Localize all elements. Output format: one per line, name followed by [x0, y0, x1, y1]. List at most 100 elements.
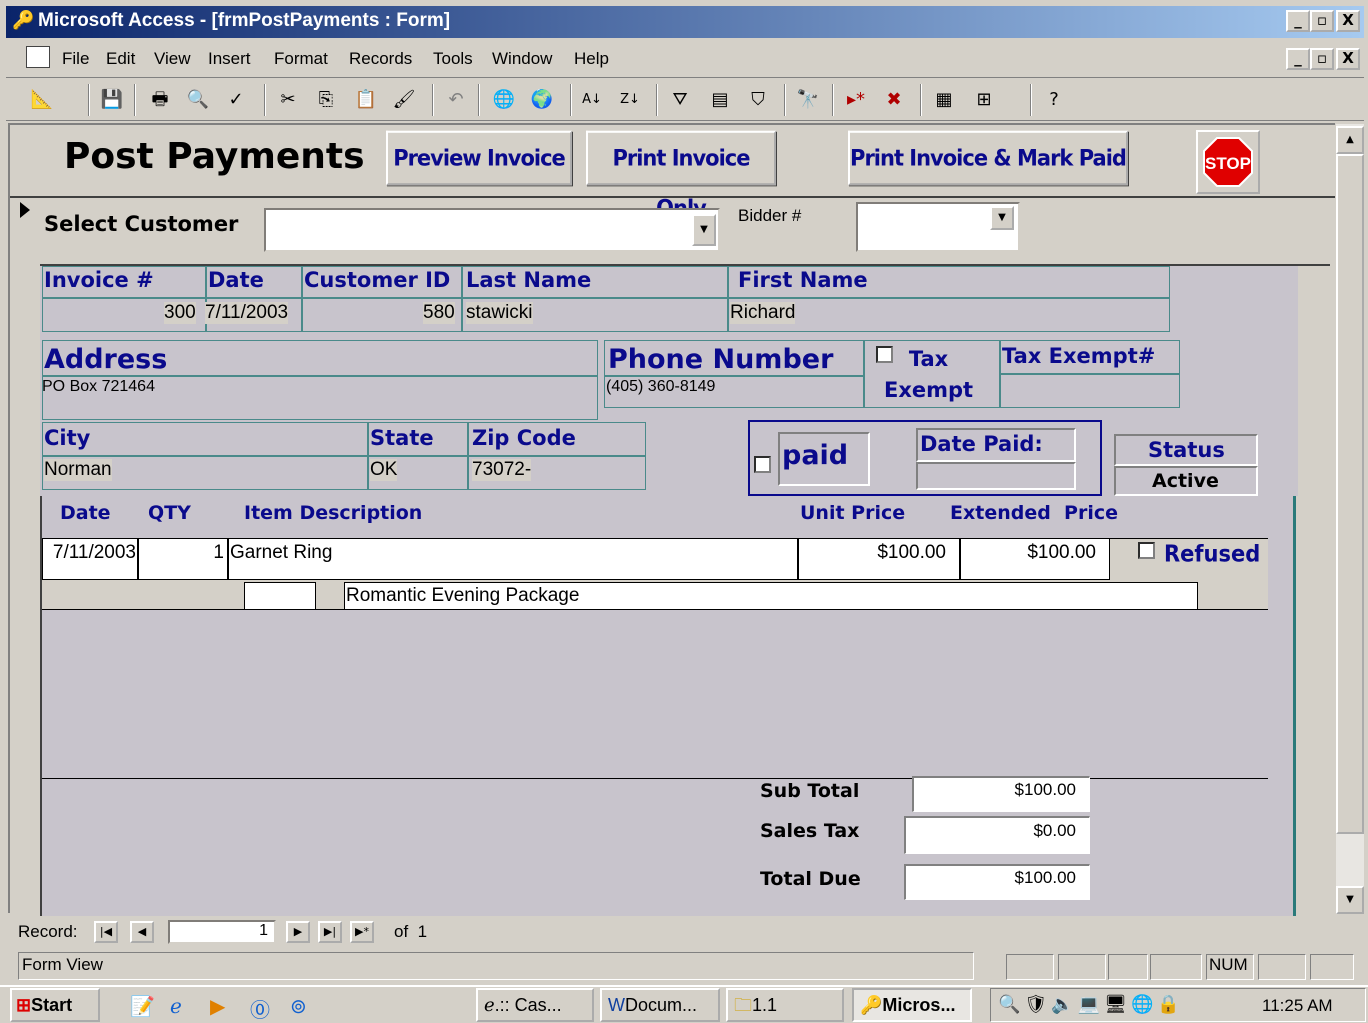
scrollbar-thumb[interactable]	[1336, 154, 1364, 834]
date-paid-field[interactable]	[916, 462, 1076, 490]
quick-launch-outlook-icon[interactable]: ⊚	[290, 994, 307, 1019]
last-record-icon[interactable]: ▶|	[318, 921, 342, 943]
access-icon: 🔑	[860, 995, 883, 1015]
sort-descending-icon[interactable]: Z↓	[616, 86, 644, 114]
customer-combo[interactable]	[264, 208, 720, 252]
previous-record-icon[interactable]: ◀	[130, 921, 154, 943]
web-toolbar-icon[interactable]: 🌍	[528, 86, 556, 114]
total-due-label: Total Due	[760, 868, 861, 890]
customer-id-field[interactable]: 580	[423, 302, 455, 324]
city-field[interactable]: Norman	[44, 459, 112, 481]
taskbar-item-access[interactable]: 🔑Micros...	[852, 988, 972, 1022]
record-selector-icon[interactable]	[20, 202, 30, 218]
print-invoice-mark-paid-button[interactable]: Print Invoice & Mark Paid	[848, 130, 1128, 186]
spelling-icon[interactable]: ✓	[222, 86, 250, 114]
new-record-nav-icon[interactable]: ▶*	[350, 921, 374, 943]
doc-minimize-button[interactable]: _	[1286, 48, 1310, 70]
taskbar-item-ie[interactable]: ℯ.:: Cas...	[476, 988, 594, 1022]
menu-file[interactable]: File	[62, 49, 89, 69]
new-object-icon[interactable]: ⊞	[970, 86, 998, 114]
undo-icon[interactable]: ↶	[442, 86, 470, 114]
menu-window[interactable]: Window	[492, 49, 552, 69]
doc-restore-button[interactable]: ▫	[1310, 48, 1334, 70]
status-panel	[1150, 954, 1202, 980]
city-label: City	[44, 426, 91, 450]
item-qty-field: 1	[213, 542, 224, 563]
chevron-down-icon[interactable]: ▼	[692, 214, 716, 246]
num-lock-indicator: NUM	[1206, 954, 1254, 980]
save-icon[interactable]: 💾	[98, 86, 126, 114]
menu-tools[interactable]: Tools	[433, 49, 473, 69]
menu-edit[interactable]: Edit	[106, 49, 135, 69]
item-sub-qty-cell[interactable]	[244, 582, 316, 610]
refused-checkbox[interactable]	[1138, 542, 1155, 559]
phone-field[interactable]: (405) 360-8149	[606, 378, 715, 396]
last-name-field[interactable]: stawicki	[466, 302, 533, 324]
quick-launch-ie-icon[interactable]: ℯ	[170, 994, 182, 1019]
status-bar-view	[18, 952, 974, 980]
help-icon[interactable]: ?	[1040, 86, 1068, 114]
form-icon[interactable]	[26, 46, 50, 68]
copy-icon[interactable]: ⎘	[312, 86, 340, 114]
taskbar-item-word[interactable]: WDocum...	[600, 988, 720, 1022]
status-panel	[1006, 954, 1054, 980]
menu-records[interactable]: Records	[349, 49, 412, 69]
menu-format[interactable]: Format	[274, 49, 328, 69]
quick-launch-desktop-icon[interactable]: 📝	[130, 994, 155, 1019]
next-record-icon[interactable]: ▶	[286, 921, 310, 943]
item-extended-price-header: Extended Price	[950, 502, 1119, 524]
status-field[interactable]: Active	[1152, 470, 1219, 492]
design-view-icon[interactable]: 📐	[28, 86, 56, 114]
address-field[interactable]: PO Box 721464	[42, 378, 155, 396]
close-button[interactable]: X	[1336, 10, 1360, 32]
first-name-label: First Name	[738, 268, 868, 292]
scroll-down-icon[interactable]: ▼	[1336, 886, 1364, 914]
cut-icon[interactable]: ✂	[274, 86, 302, 114]
quick-launch-media-icon[interactable]: ▶	[210, 994, 225, 1019]
chevron-down-icon[interactable]: ▼	[990, 206, 1014, 230]
invoice-number-field[interactable]: 300	[164, 302, 196, 324]
insert-hyperlink-icon[interactable]: 🌐	[490, 86, 518, 114]
menu-view[interactable]: View	[154, 49, 191, 69]
new-record-icon[interactable]: ▸*	[842, 86, 870, 114]
phone-label: Phone Number	[608, 344, 834, 375]
invoice-label: Invoice #	[44, 268, 154, 292]
sort-ascending-icon[interactable]: A↓	[578, 86, 606, 114]
stop-sign-icon: STOP	[1203, 137, 1253, 187]
access-key-icon: 🔑	[12, 10, 35, 30]
minimize-button[interactable]: _	[1286, 10, 1310, 32]
restore-button[interactable]: ▫	[1310, 10, 1334, 32]
filter-by-form-icon[interactable]: ▤	[706, 86, 734, 114]
filter-by-selection-icon[interactable]: ⛛	[666, 86, 694, 114]
print-invoice-only-button[interactable]: Print Invoice Only	[586, 130, 776, 221]
paste-icon[interactable]: 📋	[352, 86, 380, 114]
delete-record-icon[interactable]: ✖	[880, 86, 908, 114]
print-icon[interactable]: 🖶	[146, 86, 174, 114]
preview-invoice-button[interactable]: Preview Invoice	[386, 130, 572, 186]
print-preview-icon[interactable]: 🔍	[184, 86, 212, 114]
state-field[interactable]: OK	[370, 459, 398, 481]
record-number-input[interactable]: 1	[168, 920, 276, 944]
item-description-header: Item Description	[244, 502, 423, 524]
menu-insert[interactable]: Insert	[208, 49, 251, 69]
invoice-date-field[interactable]: 7/11/2003	[205, 302, 289, 324]
first-name-field[interactable]: Richard	[730, 302, 796, 324]
toolbar-separator	[264, 84, 266, 116]
start-button[interactable]: ⊞Start	[10, 988, 100, 1022]
format-painter-icon[interactable]: 🖌	[390, 86, 418, 114]
scroll-up-icon[interactable]: ▲	[1336, 126, 1364, 154]
menu-help[interactable]: Help	[574, 49, 609, 69]
quick-launch-app-icon[interactable]: ⓪	[250, 994, 270, 1023]
taskbar-item-folder[interactable]: 🗀1.1	[726, 988, 844, 1022]
stop-button[interactable]: STOP	[1196, 130, 1260, 194]
paid-checkbox[interactable]	[754, 456, 771, 473]
doc-close-button[interactable]: X	[1336, 48, 1360, 70]
apply-filter-icon[interactable]: ⛉	[744, 86, 772, 114]
first-record-icon[interactable]: |◀	[94, 921, 118, 943]
zip-field[interactable]: 73072-	[472, 459, 532, 481]
sales-tax-label: Sales Tax	[760, 820, 860, 842]
status-panel	[1108, 954, 1148, 980]
tray-icons[interactable]: 🔍🛡🔈💻🖥🌐🔒	[998, 994, 1184, 1015]
find-icon[interactable]: 🔭	[794, 86, 822, 114]
properties-icon[interactable]: ▦	[930, 86, 958, 114]
